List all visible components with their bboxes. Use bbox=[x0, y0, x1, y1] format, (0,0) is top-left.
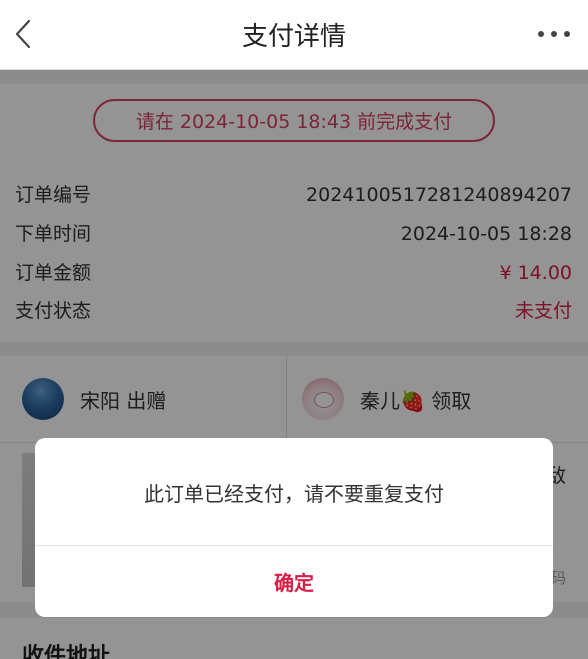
dialog-message: 此订单已经支付，请不要重复支付 bbox=[144, 481, 444, 506]
page-title: 支付详情 bbox=[241, 22, 346, 52]
navigation-bar: 支付详情 bbox=[0, 0, 588, 70]
confirm-button[interactable]: 确定 bbox=[35, 546, 553, 617]
more-dots-icon[interactable] bbox=[538, 24, 570, 44]
alert-dialog: 此订单已经支付，请不要重复支付 确定 bbox=[35, 438, 553, 617]
